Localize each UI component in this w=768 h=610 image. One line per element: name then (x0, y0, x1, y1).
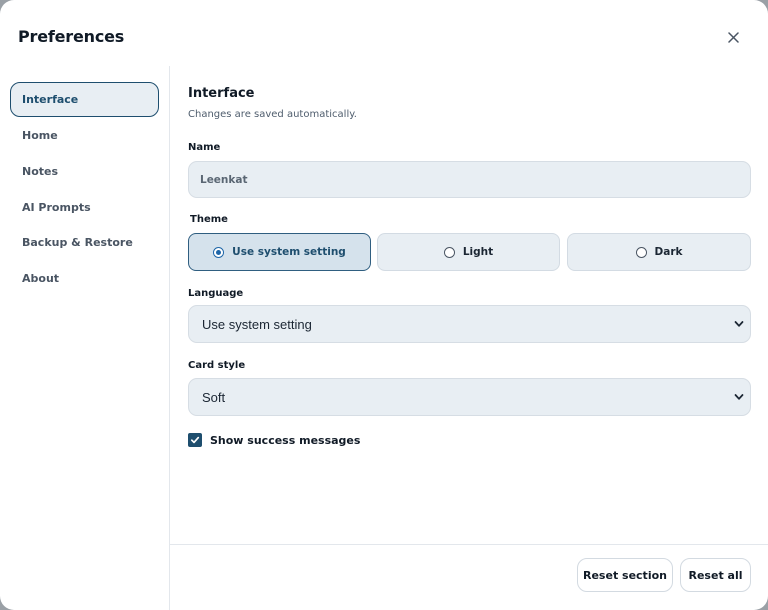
sidebar-item-backup-restore[interactable]: Backup & Restore (10, 225, 159, 260)
sidebar: Interface Home Notes AI Prompts Backup &… (0, 66, 170, 610)
language-select[interactable]: Use system setting (188, 305, 751, 343)
theme-option-system[interactable]: Use system setting (188, 233, 371, 271)
theme-option-dark[interactable]: Dark (567, 233, 751, 271)
sidebar-item-label: Home (22, 129, 58, 142)
checkbox-checked-icon[interactable] (188, 433, 202, 447)
language-value: Use system setting (202, 316, 312, 332)
language-label: Language (188, 288, 244, 299)
theme-option-label: Use system setting (232, 246, 346, 258)
theme-option-label: Light (462, 246, 494, 258)
theme-label: Theme (190, 214, 228, 225)
sidebar-item-label: AI Prompts (22, 201, 91, 214)
card-style-value: Soft (202, 389, 226, 405)
reset-all-button[interactable]: Reset all (680, 558, 751, 592)
checkbox-label: Show success messages (210, 433, 361, 447)
radio-icon (443, 246, 455, 258)
settings-panel: Interface Changes are saved automaticall… (188, 0, 751, 544)
sidebar-item-interface[interactable]: Interface (10, 82, 159, 117)
sidebar-item-notes[interactable]: Notes (10, 154, 159, 189)
chevron-down-icon (734, 321, 744, 327)
dialog-title: Preferences (18, 27, 125, 46)
sidebar-item-label: Notes (22, 165, 59, 178)
reset-section-button[interactable]: Reset section (577, 558, 673, 592)
sidebar-item-about[interactable]: About (10, 261, 159, 296)
theme-option-label: Dark (654, 246, 683, 258)
name-input[interactable] (188, 161, 751, 198)
show-success-messages-toggle[interactable]: Show success messages (188, 433, 360, 447)
sidebar-item-ai-prompts[interactable]: AI Prompts (10, 190, 159, 225)
section-title: Interface (188, 86, 255, 101)
theme-option-light[interactable]: Light (377, 233, 560, 271)
sidebar-item-home[interactable]: Home (10, 118, 159, 153)
section-subtitle: Changes are saved automatically. (188, 109, 357, 120)
chevron-down-icon (734, 394, 744, 400)
radio-selected-icon (213, 246, 225, 258)
preferences-dialog: Preferences Interface Home Notes AI Prom… (0, 0, 768, 610)
sidebar-item-label: About (22, 272, 60, 285)
sidebar-item-label: Interface (22, 93, 79, 106)
radio-icon (635, 246, 647, 258)
card-style-select[interactable]: Soft (188, 378, 751, 416)
dialog-footer: Reset section Reset all (170, 544, 768, 610)
sidebar-item-label: Backup & Restore (22, 236, 133, 249)
card-style-label: Card style (188, 360, 246, 371)
name-label: Name (188, 142, 221, 153)
